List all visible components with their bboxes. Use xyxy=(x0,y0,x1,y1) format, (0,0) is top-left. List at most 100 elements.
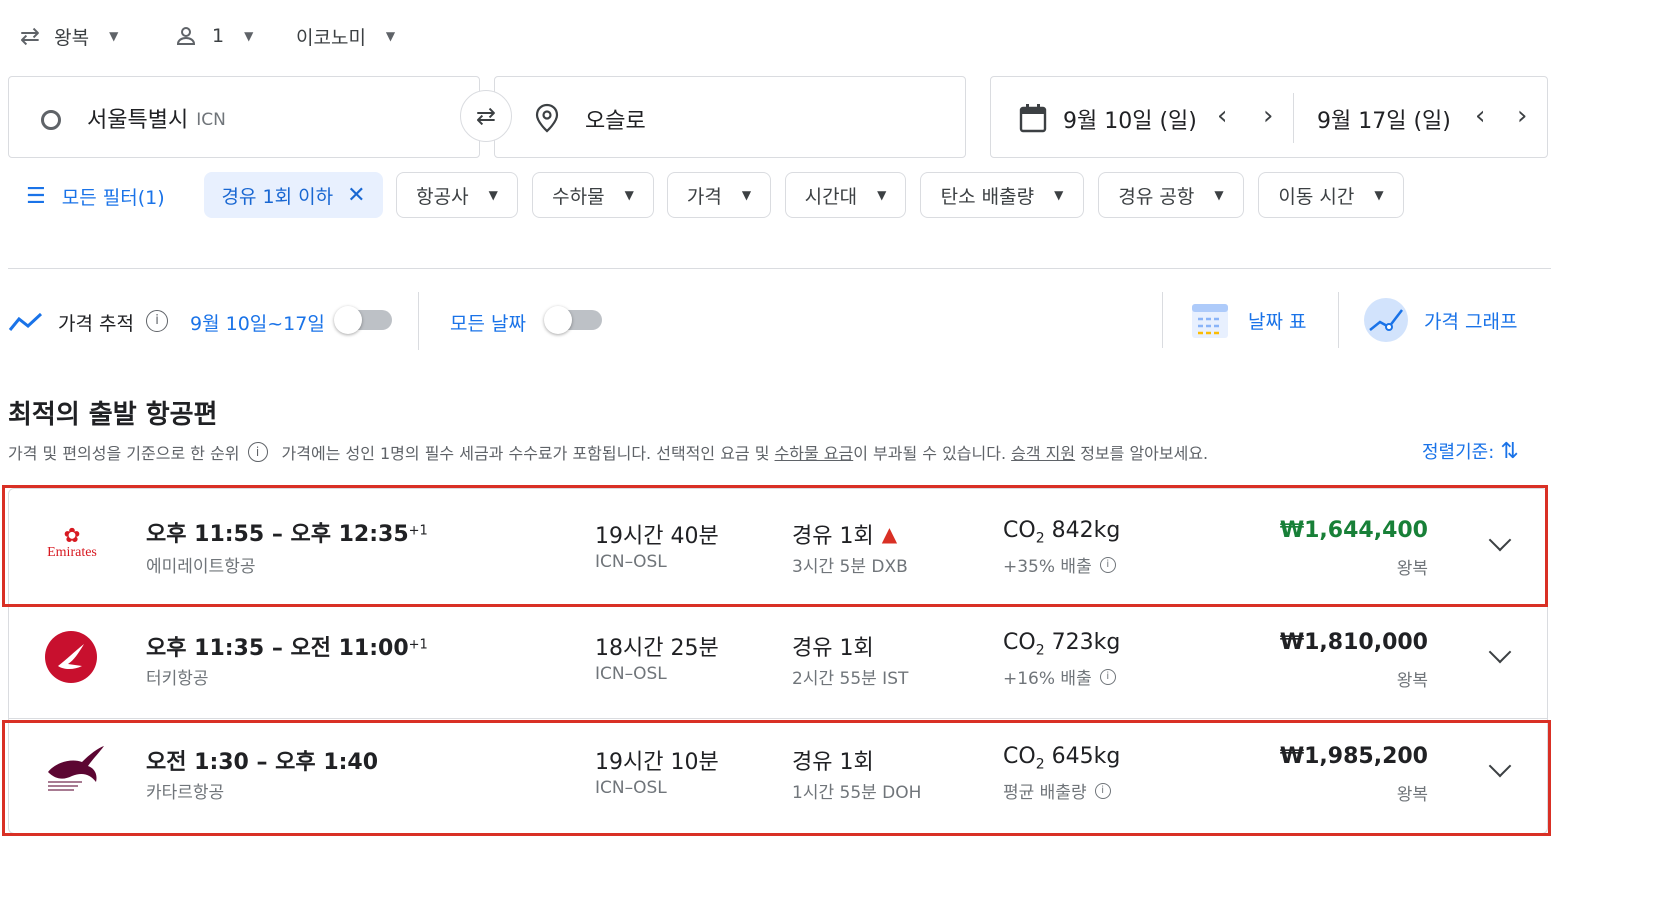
swap-arrows-icon: ⇄ xyxy=(20,22,41,50)
flight-price: ₩1,810,000 xyxy=(1279,630,1428,655)
chevron-down-icon: ▼ xyxy=(488,188,498,202)
flight-duration: 18시간 25분 xyxy=(595,636,719,661)
all-filters-label: 모든 필터(1) xyxy=(61,186,165,209)
trip-type-select[interactable]: ⇄ 왕복 ▼ xyxy=(20,20,118,52)
info-mid: 이 부과될 수 있습니다. xyxy=(853,444,1012,463)
expand-chevron-icon[interactable] xyxy=(1488,640,1512,664)
origin-circle-icon xyxy=(41,110,61,130)
duration-filter-chip[interactable]: 이동 시간 ▼ xyxy=(1258,172,1404,218)
flight-route: ICN–OSL xyxy=(595,664,667,684)
chevron-down-icon: ▼ xyxy=(1054,188,1064,202)
results-heading: 최적의 출발 항공편 xyxy=(8,400,218,430)
toggle-knob xyxy=(544,306,572,334)
flight-row[interactable]: 오후 11:35 – 오전 11:00+1 터키항공 18시간 25분 ICN–… xyxy=(8,608,1548,716)
swap-locations-button[interactable]: ⇄ xyxy=(460,90,512,142)
sort-note: 가격 및 편의성을 기준으로 한 순위 xyxy=(8,444,240,463)
chevron-down-icon: ▼ xyxy=(109,29,119,43)
chip-label: 수하물 xyxy=(552,185,605,208)
baggage-fees-link[interactable]: 수하물 요금 xyxy=(775,440,854,464)
stops-count: 경유 1회 xyxy=(792,636,874,661)
emissions-filter-chip[interactable]: 탄소 배출량 ▼ xyxy=(920,172,1084,218)
results-info-line: 가격 및 편의성을 기준으로 한 순위 i 가격에는 성인 1명의 필수 세금과… xyxy=(8,440,1208,464)
co2-subscript: 2 xyxy=(1035,642,1045,659)
destination-city: 오슬로 xyxy=(585,109,646,134)
chevron-down-icon: ▼ xyxy=(1374,188,1384,202)
chevron-down-icon: ▼ xyxy=(1214,188,1224,202)
tracking-divider xyxy=(418,292,419,350)
price-graph-label: 가격 그래프 xyxy=(1424,310,1518,333)
person-icon xyxy=(176,27,196,45)
depart-date[interactable]: 9월 10일 (일) xyxy=(1063,103,1197,135)
destination-field[interactable]: 오슬로 xyxy=(494,76,966,158)
info-icon[interactable]: i xyxy=(1099,668,1116,685)
co2-label: CO xyxy=(1003,630,1036,655)
tools-divider xyxy=(1162,292,1163,348)
price-tracking-label: 가격 추적 xyxy=(58,313,134,335)
time-filter-chip[interactable]: 시간대 ▼ xyxy=(785,172,906,218)
filter-sliders-icon: ☰ xyxy=(26,183,46,209)
info-icon[interactable]: i xyxy=(247,442,268,462)
return-date[interactable]: 9월 17일 (일) xyxy=(1317,103,1451,135)
cabin-class-select[interactable]: 이코노미 ▼ xyxy=(296,20,395,52)
sort-button[interactable]: 정렬기준: ⇅ xyxy=(1422,436,1519,466)
track-dates-toggle[interactable] xyxy=(334,306,392,334)
all-filters-button[interactable]: ☰ 모든 필터(1) xyxy=(26,180,165,212)
location-pin-icon xyxy=(535,103,559,133)
row-divider xyxy=(8,718,1548,719)
chip-label: 가격 xyxy=(686,185,722,208)
chip-label: 경유 공항 xyxy=(1118,185,1195,208)
co2-amount: 723kg xyxy=(1051,630,1121,655)
date-divider xyxy=(1293,93,1294,143)
layover-info: 2시간 55분 IST xyxy=(792,669,909,689)
airline-filter-chip[interactable]: 항공사 ▼ xyxy=(396,172,518,218)
date-grid-icon xyxy=(1192,304,1228,338)
toggle-knob xyxy=(334,306,362,334)
info-prefix: 가격에는 성인 1명의 필수 세금과 수수료가 포함됩니다. 선택적인 요금 및 xyxy=(281,444,775,463)
chip-label: 이동 시간 xyxy=(1278,185,1355,208)
date-range-field[interactable]: 9월 10일 (일) ‹ › 9월 17일 (일) ‹ › xyxy=(990,76,1548,158)
calendar-icon xyxy=(1019,104,1047,133)
price-type: 왕복 xyxy=(1396,671,1428,691)
date-grid-button[interactable]: 날짜 표 xyxy=(1190,298,1306,342)
all-dates-label: 모든 날짜 xyxy=(450,313,526,335)
origin-city: 서울특별시 xyxy=(87,108,189,133)
chevron-down-icon: ▼ xyxy=(385,29,396,43)
highlight-frame xyxy=(2,720,1551,836)
date-grid-label: 날짜 표 xyxy=(1248,310,1307,333)
price-graph-icon xyxy=(1364,298,1408,342)
section-divider xyxy=(8,268,1551,269)
stops-filter-label: 경유 1회 이하 xyxy=(221,185,334,208)
tracking-date-range: 9월 10일~17일 xyxy=(190,313,325,335)
chevron-down-icon: ▼ xyxy=(624,188,634,202)
passenger-count: 1 xyxy=(212,25,225,47)
return-next-icon[interactable]: › xyxy=(1517,101,1527,131)
co2-value-row: CO2 723kg xyxy=(1003,630,1120,658)
connecting-airport-filter-chip[interactable]: 경유 공항 ▼ xyxy=(1098,172,1244,218)
baggage-filter-chip[interactable]: 수하물 ▼ xyxy=(532,172,654,218)
close-icon[interactable]: ✕ xyxy=(347,183,365,208)
sort-label: 정렬기준: xyxy=(1422,442,1495,463)
cabin-class-label: 이코노미 xyxy=(296,26,366,49)
return-prev-icon[interactable]: ‹ xyxy=(1475,101,1485,131)
all-dates-toggle[interactable] xyxy=(544,306,602,334)
chip-label: 시간대 xyxy=(804,185,858,208)
stops-filter-chip-active[interactable]: 경유 1회 이하 ✕ xyxy=(204,172,383,218)
passenger-select[interactable]: 1 ▼ xyxy=(174,20,253,52)
tools-divider xyxy=(1338,292,1339,348)
price-graph-button[interactable]: 가격 그래프 xyxy=(1362,296,1517,344)
trip-type-label: 왕복 xyxy=(54,26,90,49)
flight-times: 오후 11:35 – 오전 11:00 xyxy=(146,636,409,661)
info-suffix: 정보를 알아보세요. xyxy=(1075,444,1209,463)
chip-label: 탄소 배출량 xyxy=(940,185,1035,208)
depart-next-icon[interactable]: › xyxy=(1263,101,1273,131)
info-icon[interactable]: i xyxy=(146,310,168,332)
price-filter-chip[interactable]: 가격 ▼ xyxy=(667,172,771,218)
chevron-down-icon: ▼ xyxy=(877,188,887,202)
chevron-down-icon: ▼ xyxy=(741,188,752,202)
day-offset: +1 xyxy=(408,637,428,653)
depart-prev-icon[interactable]: ‹ xyxy=(1217,101,1227,131)
passenger-assistance-link[interactable]: 승객 지원 xyxy=(1011,440,1075,464)
chevron-down-icon: ▼ xyxy=(244,29,254,43)
origin-field[interactable]: 서울특별시 ICN xyxy=(8,76,480,158)
airline-name: 터키항공 xyxy=(146,669,209,689)
